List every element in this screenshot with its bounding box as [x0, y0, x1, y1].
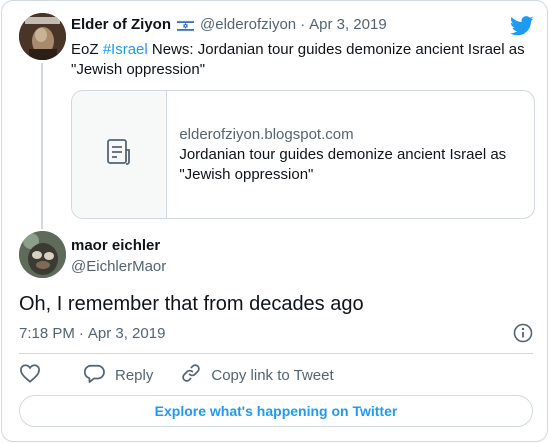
info-icon[interactable] [513, 323, 533, 343]
reply-time: 7:18 PM [19, 325, 75, 342]
link-preview-card[interactable]: elderofziyon.blogspot.com Jordanian tour… [71, 90, 535, 219]
link-card-body: elderofziyon.blogspot.com Jordanian tour… [167, 91, 534, 218]
explore-twitter-button[interactable]: Explore what's happening on Twitter [19, 395, 533, 427]
tweet-text-prefix: EoZ [71, 41, 103, 58]
parent-author-avatar[interactable] [19, 13, 66, 60]
reply-label: Reply [115, 366, 154, 384]
link-icon [181, 363, 211, 387]
reply-author-name[interactable]: maor eichler [71, 237, 160, 254]
reply-bubble-icon [83, 363, 115, 387]
parent-tweet-date[interactable]: Apr 3, 2019 [309, 16, 387, 33]
heart-icon [19, 363, 51, 387]
like-button[interactable] [19, 363, 51, 387]
parent-author-handle[interactable]: @elderofziyon [200, 16, 296, 33]
reply-button[interactable]: Reply [83, 363, 153, 387]
document-icon [104, 137, 134, 172]
copy-link-label: Copy link to Tweet [211, 366, 334, 384]
reply-tweet-text: Oh, I remember that from decades ago [19, 293, 364, 315]
link-title: Jordanian tour guides demonize ancient I… [179, 145, 507, 183]
embedded-tweet-card: Elder of Ziyon @elderofziyon · Apr 3, 20… [1, 0, 548, 442]
hashtag-link[interactable]: #Israel [103, 41, 148, 58]
israel-flag-icon [176, 19, 195, 32]
parent-tweet-header: Elder of Ziyon @elderofziyon · Apr 3, 20… [71, 16, 387, 33]
reply-timestamp[interactable]: 7:18 PM · Apr 3, 2019 [19, 325, 165, 342]
parent-author-name[interactable]: Elder of Ziyon [71, 16, 171, 33]
timestamp-separator: · [78, 325, 84, 342]
copy-link-button[interactable]: Copy link to Tweet [181, 363, 334, 387]
link-thumbnail [72, 91, 168, 218]
reply-author-handle[interactable]: @EichlerMaor [71, 258, 166, 275]
twitter-bird-icon[interactable] [509, 15, 534, 37]
reply-author-avatar[interactable] [19, 231, 66, 278]
divider [19, 353, 533, 354]
header-separator: · [300, 16, 306, 33]
parent-tweet-text: EoZ #Israel News: Jordanian tour guides … [71, 40, 531, 80]
link-domain: elderofziyon.blogspot.com [179, 125, 354, 143]
reply-date: Apr 3, 2019 [87, 325, 166, 342]
thread-connector-line [41, 63, 43, 229]
tweet-actions-bar: Reply Copy link to Tweet [19, 364, 362, 386]
